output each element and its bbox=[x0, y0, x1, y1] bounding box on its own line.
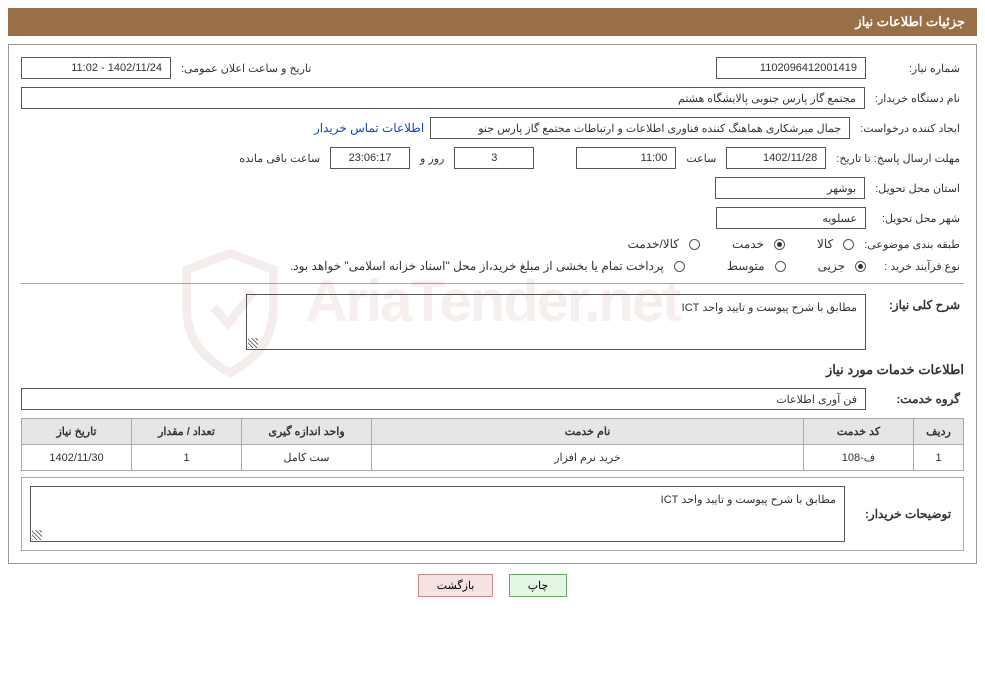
overall-desc-label: شرح کلی نیاز: bbox=[872, 294, 964, 312]
resize-grip-icon[interactable] bbox=[248, 338, 258, 348]
cell-qty: 1 bbox=[132, 445, 242, 471]
row-province: استان محل تحویل: بوشهر bbox=[21, 177, 964, 199]
cell-name: خرید نرم افزار bbox=[372, 445, 804, 471]
table-row: 1 ف-108 خرید نرم افزار ست کامل 1 1402/11… bbox=[22, 445, 964, 471]
days-and-text: روز و bbox=[416, 152, 448, 165]
row-service-group: گروه خدمت: فن آوری اطلاعات bbox=[21, 388, 964, 410]
time-remaining-suffix: ساعت باقی مانده bbox=[235, 152, 324, 165]
back-button[interactable]: بازگشت bbox=[418, 574, 494, 597]
services-info-title: اطلاعات خدمات مورد نیاز bbox=[21, 362, 964, 378]
radio-medium[interactable] bbox=[775, 261, 786, 272]
row-purchase-type: نوع فرآیند خرید : جزیی متوسط پرداخت تمام… bbox=[21, 259, 964, 273]
pt-partial: جزیی bbox=[818, 259, 845, 273]
row-buyer: نام دستگاه خریدار: مجتمع گاز پارس جنوبی … bbox=[21, 87, 964, 109]
need-no-label: شماره نیاز: bbox=[872, 62, 964, 75]
deadline-time: 11:00 bbox=[576, 147, 676, 169]
buyer-desc-textarea[interactable]: مطابق با شرح پیوست و تایید واحد ICT bbox=[30, 486, 845, 542]
row-deadline: مهلت ارسال پاسخ: تا تاریخ: 1402/11/28 سا… bbox=[21, 147, 964, 169]
cat-service: خدمت bbox=[732, 237, 764, 251]
cell-date: 1402/11/30 bbox=[22, 445, 132, 471]
requester-value: جمال میرشکاری هماهنگ کننده فناوری اطلاعا… bbox=[430, 117, 850, 139]
radio-payment-note[interactable] bbox=[674, 261, 685, 272]
announce-dt-label: تاریخ و ساعت اعلان عمومی: bbox=[177, 62, 315, 75]
cat-goods: کالا bbox=[817, 237, 833, 251]
time-label: ساعت bbox=[682, 152, 720, 165]
row-category: طبقه بندی موضوعی: کالا خدمت کالا/خدمت bbox=[21, 237, 964, 251]
print-button[interactable]: چاپ bbox=[509, 574, 568, 597]
city-value: عسلویه bbox=[716, 207, 866, 229]
pt-medium: متوسط bbox=[727, 259, 765, 273]
table-header-row: ردیف کد خدمت نام خدمت واحد اندازه گیری ت… bbox=[22, 419, 964, 445]
days-remaining: 3 bbox=[454, 147, 534, 169]
row-city: شهر محل تحویل: عسلویه bbox=[21, 207, 964, 229]
buttons-row: چاپ بازگشت bbox=[0, 574, 985, 597]
page-header: جزئیات اطلاعات نیاز bbox=[8, 8, 977, 36]
services-table: ردیف کد خدمت نام خدمت واحد اندازه گیری ت… bbox=[21, 418, 964, 471]
contact-buyer-link[interactable]: اطلاعات تماس خریدار bbox=[314, 121, 424, 135]
need-no-value: 1102096412001419 bbox=[716, 57, 866, 79]
th-row: ردیف bbox=[914, 419, 964, 445]
announce-dt-value: 1402/11/24 - 11:02 bbox=[21, 57, 171, 79]
service-group-value: فن آوری اطلاعات bbox=[21, 388, 866, 410]
buyer-desc-text: مطابق با شرح پیوست و تایید واحد ICT bbox=[661, 494, 836, 506]
cell-row: 1 bbox=[914, 445, 964, 471]
header-title: جزئیات اطلاعات نیاز bbox=[855, 14, 965, 29]
row-need-no: شماره نیاز: 1102096412001419 تاریخ و ساع… bbox=[21, 57, 964, 79]
main-panel: شماره نیاز: 1102096412001419 تاریخ و ساع… bbox=[8, 44, 977, 564]
category-label: طبقه بندی موضوعی: bbox=[860, 238, 964, 251]
th-name: نام خدمت bbox=[372, 419, 804, 445]
overall-desc-text: مطابق با شرح پیوست و تایید واحد ICT bbox=[682, 302, 857, 314]
resize-grip-icon[interactable] bbox=[32, 530, 42, 540]
radio-partial[interactable] bbox=[855, 261, 866, 272]
radio-goods-service[interactable] bbox=[689, 239, 700, 250]
th-date: تاریخ نیاز bbox=[22, 419, 132, 445]
cell-code: ف-108 bbox=[804, 445, 914, 471]
province-label: استان محل تحویل: bbox=[871, 182, 964, 195]
row-requester: ایجاد کننده درخواست: جمال میرشکاری هماهن… bbox=[21, 117, 964, 139]
cat-goods-service: کالا/خدمت bbox=[628, 237, 679, 251]
buyer-desc-label: توضیحات خریدار: bbox=[853, 478, 963, 550]
buyer-label: نام دستگاه خریدار: bbox=[871, 92, 964, 105]
cell-unit: ست کامل bbox=[242, 445, 372, 471]
th-code: کد خدمت bbox=[804, 419, 914, 445]
th-unit: واحد اندازه گیری bbox=[242, 419, 372, 445]
overall-desc-textarea[interactable]: مطابق با شرح پیوست و تایید واحد ICT bbox=[246, 294, 866, 350]
th-qty: تعداد / مقدار bbox=[132, 419, 242, 445]
buyer-desc-container: توضیحات خریدار: مطابق با شرح پیوست و تای… bbox=[21, 477, 964, 551]
divider bbox=[21, 283, 964, 284]
radio-goods[interactable] bbox=[843, 239, 854, 250]
deadline-label: مهلت ارسال پاسخ: تا تاریخ: bbox=[832, 152, 964, 165]
city-label: شهر محل تحویل: bbox=[872, 212, 964, 225]
purchase-type-label: نوع فرآیند خرید : bbox=[872, 260, 964, 273]
buyer-value: مجتمع گاز پارس جنوبی پالایشگاه هشتم bbox=[21, 87, 865, 109]
radio-service[interactable] bbox=[774, 239, 785, 250]
province-value: بوشهر bbox=[715, 177, 865, 199]
requester-label: ایجاد کننده درخواست: bbox=[856, 122, 964, 135]
row-overall-desc: شرح کلی نیاز: مطابق با شرح پیوست و تایید… bbox=[21, 294, 964, 350]
service-group-label: گروه خدمت: bbox=[872, 392, 964, 406]
payment-note: پرداخت تمام یا بخشی از مبلغ خرید،از محل … bbox=[290, 259, 664, 273]
deadline-date: 1402/11/28 bbox=[726, 147, 826, 169]
time-remaining: 23:06:17 bbox=[330, 147, 410, 169]
